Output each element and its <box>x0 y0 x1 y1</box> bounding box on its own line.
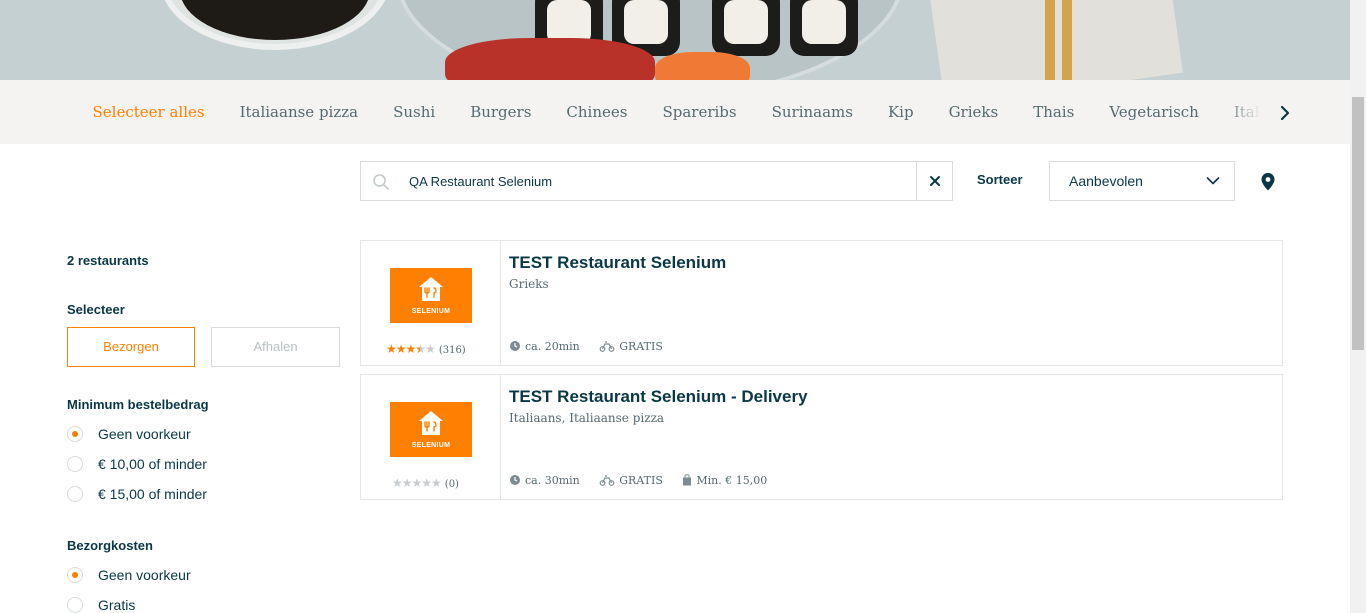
star-icon: ★★★ <box>386 342 416 356</box>
radio-label: Geen voorkeur <box>98 426 191 442</box>
category-link[interactable]: Surinaams <box>754 80 870 144</box>
category-link[interactable]: Thais <box>1016 80 1092 144</box>
min-order: Min. € 15,00 <box>696 474 768 487</box>
select-heading: Selecteer <box>67 302 125 317</box>
search-box <box>360 161 953 201</box>
scooter-icon <box>599 475 615 486</box>
clock-icon <box>510 475 520 485</box>
min-order-option[interactable]: € 15,00 of minder <box>67 484 327 504</box>
restaurant-cuisine: Italiaans, Italiaanse pizza <box>509 411 665 425</box>
category-link[interactable]: Vegetarisch <box>1092 80 1217 144</box>
search-icon <box>371 172 391 192</box>
star-icon: ★★★★★ <box>392 476 442 490</box>
delivery-cost: GRATIS <box>619 340 663 353</box>
delivery-time: ca. 20min <box>525 340 580 353</box>
scrollbar-thumb[interactable] <box>1352 97 1364 350</box>
restaurant-card[interactable]: SELENIUM ★★★★★(316) TEST Restaurant Sele… <box>360 240 1283 366</box>
restaurant-card[interactable]: SELENIUM ★★★★★ (0) TEST Restaurant Seleni… <box>360 374 1283 500</box>
category-link[interactable]: Selecteer alles <box>75 80 222 144</box>
min-order-heading: Minimum bestelbedrag <box>67 397 209 412</box>
restaurant-meta: ca. 30min GRATIS Min. € 15,00 <box>509 474 783 490</box>
category-link[interactable]: Burgers <box>453 80 549 144</box>
radio-button[interactable] <box>67 567 83 583</box>
scooter-icon <box>599 341 615 352</box>
radio-button[interactable] <box>67 597 83 613</box>
house-cutlery-icon <box>419 277 443 301</box>
clear-search-button[interactable] <box>916 162 953 200</box>
category-bar: Selecteer alles Italiaanse pizza Sushi Burg… <box>0 80 1350 144</box>
location-pin-icon[interactable] <box>1258 171 1278 193</box>
rating-stars: ★★★★★ (0) <box>392 474 459 490</box>
delivery-cost-option[interactable]: Geen voorkeur <box>67 565 327 585</box>
category-list: Selecteer alles Italiaanse pizza Sushi Burg… <box>75 80 1261 144</box>
sort-label: Sorteer <box>977 172 1023 187</box>
star-icon: ★ <box>425 342 436 356</box>
delivery-button[interactable]: Bezorgen <box>67 327 195 367</box>
rating-stars: ★★★★★(316) <box>386 340 466 356</box>
radio-label: Geen voorkeur <box>98 567 191 583</box>
restaurant-count: 2 restaurants <box>67 253 149 268</box>
restaurant-name[interactable]: TEST Restaurant Selenium - Delivery <box>509 387 808 407</box>
restaurant-meta: ca. 20min GRATIS <box>509 340 679 356</box>
category-link[interactable]: Grieks <box>931 80 1016 144</box>
category-link[interactable]: Chinees <box>549 80 645 144</box>
sort-selected-value: Aanbevolen <box>1069 173 1143 189</box>
category-link[interactable]: Spareribs <box>645 80 754 144</box>
shopping-bag-icon <box>683 474 692 486</box>
pickup-button[interactable]: Afhalen <box>211 327 340 367</box>
radio-button[interactable] <box>67 456 83 472</box>
delivery-cost-option[interactable]: Gratis <box>67 595 327 613</box>
star-half-icon: ★ <box>415 342 426 356</box>
restaurant-cuisine: Grieks <box>509 277 549 291</box>
restaurant-name[interactable]: TEST Restaurant Selenium <box>509 253 726 273</box>
radio-label: € 10,00 of minder <box>98 456 207 472</box>
category-link[interactable]: Kip <box>870 80 931 144</box>
chevron-down-icon <box>1206 177 1220 185</box>
page-scrollbar[interactable] <box>1350 0 1366 613</box>
hero-banner-image <box>0 0 1350 80</box>
clock-icon <box>510 341 520 351</box>
review-count: (316) <box>438 345 466 356</box>
review-count: (0) <box>444 479 459 490</box>
category-link[interactable]: Sushi <box>376 80 453 144</box>
search-input[interactable] <box>409 162 909 200</box>
min-order-option[interactable]: € 10,00 of minder <box>67 454 327 474</box>
chevron-right-icon[interactable] <box>1272 100 1298 126</box>
category-link[interactable]: Italiaanse pizza <box>222 80 376 144</box>
delivery-cost-heading: Bezorgkosten <box>67 538 153 553</box>
radio-label: Gratis <box>98 597 136 613</box>
delivery-time: ca. 30min <box>525 474 580 487</box>
min-order-option[interactable]: Geen voorkeur <box>67 424 327 444</box>
delivery-cost: GRATIS <box>619 474 663 487</box>
radio-label: € 15,00 of minder <box>98 486 207 502</box>
radio-button[interactable] <box>67 486 83 502</box>
restaurant-logo: SELENIUM <box>390 268 472 323</box>
sort-select[interactable]: Aanbevolen <box>1049 161 1235 201</box>
restaurant-logo: SELENIUM <box>390 402 472 457</box>
house-cutlery-icon <box>419 411 443 435</box>
radio-button[interactable] <box>67 426 83 442</box>
close-icon <box>930 176 940 186</box>
